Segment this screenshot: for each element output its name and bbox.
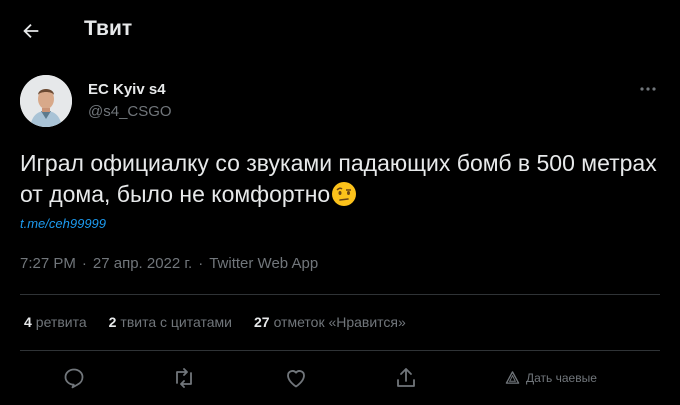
quotes-count: 2 bbox=[108, 314, 117, 330]
meta-separator: · bbox=[198, 255, 204, 272]
retweets-count: 4 bbox=[24, 314, 32, 330]
avatar[interactable] bbox=[20, 75, 72, 127]
likes-count: 27 bbox=[253, 314, 270, 330]
quotes-stat[interactable]: 2 твита с цитатами bbox=[109, 314, 232, 330]
tweet-stats: 4 ретвита 2 твита с цитатами 27 отметок … bbox=[24, 314, 428, 330]
heart-icon bbox=[287, 370, 305, 388]
share-button[interactable] bbox=[394, 366, 418, 390]
retweets-label: ретвита bbox=[35, 314, 87, 330]
likes-stat[interactable]: 27 отметок «Нравится» bbox=[254, 314, 406, 330]
reply-button[interactable] bbox=[62, 366, 86, 390]
author-handle[interactable]: @s4_CSGO bbox=[88, 103, 172, 120]
retweets-stat[interactable]: 4 ретвита bbox=[24, 314, 87, 330]
more-button[interactable] bbox=[636, 81, 660, 97]
header-bar: Твит bbox=[0, 0, 680, 62]
tweet-app[interactable]: Twitter Web App bbox=[209, 255, 318, 272]
meta-separator: · bbox=[81, 255, 87, 272]
tweet-author: EC Kyiv s4 @s4_CSGO bbox=[20, 75, 660, 135]
divider bbox=[20, 350, 660, 351]
more-icon bbox=[640, 87, 656, 91]
page-title: Твит bbox=[84, 17, 133, 40]
tweet-actions: Дать чаевые bbox=[0, 356, 680, 402]
tweet-time[interactable]: 7:27 PM bbox=[20, 255, 76, 272]
arrow-left-icon bbox=[23, 23, 39, 39]
tip-icon bbox=[505, 371, 520, 384]
tweet-date[interactable]: 27 апр. 2022 г. bbox=[93, 255, 192, 272]
retweet-button[interactable] bbox=[172, 366, 196, 390]
back-button[interactable] bbox=[14, 14, 48, 48]
tweet-link[interactable]: t.me/ceh99999 bbox=[20, 216, 106, 231]
user-avatar-icon bbox=[20, 75, 72, 127]
share-icon bbox=[397, 368, 415, 387]
reply-icon bbox=[64, 368, 84, 389]
divider bbox=[20, 294, 660, 295]
tweet-text: Играл официалку со звуками падающих бомб… bbox=[20, 148, 660, 210]
quotes-label: твита с цитатами bbox=[120, 314, 232, 330]
raised-eyebrow-emoji-icon bbox=[331, 181, 357, 207]
retweet-icon bbox=[176, 368, 192, 388]
like-button[interactable] bbox=[284, 366, 308, 390]
likes-label: отметок «Нравится» bbox=[273, 314, 406, 330]
author-name[interactable]: EC Kyiv s4 bbox=[88, 81, 166, 98]
tip-button[interactable]: Дать чаевые bbox=[505, 370, 597, 385]
tip-label: Дать чаевые bbox=[526, 370, 597, 385]
tweet-meta: 7:27 PM · 27 апр. 2022 г. · Twitter Web … bbox=[20, 255, 318, 272]
